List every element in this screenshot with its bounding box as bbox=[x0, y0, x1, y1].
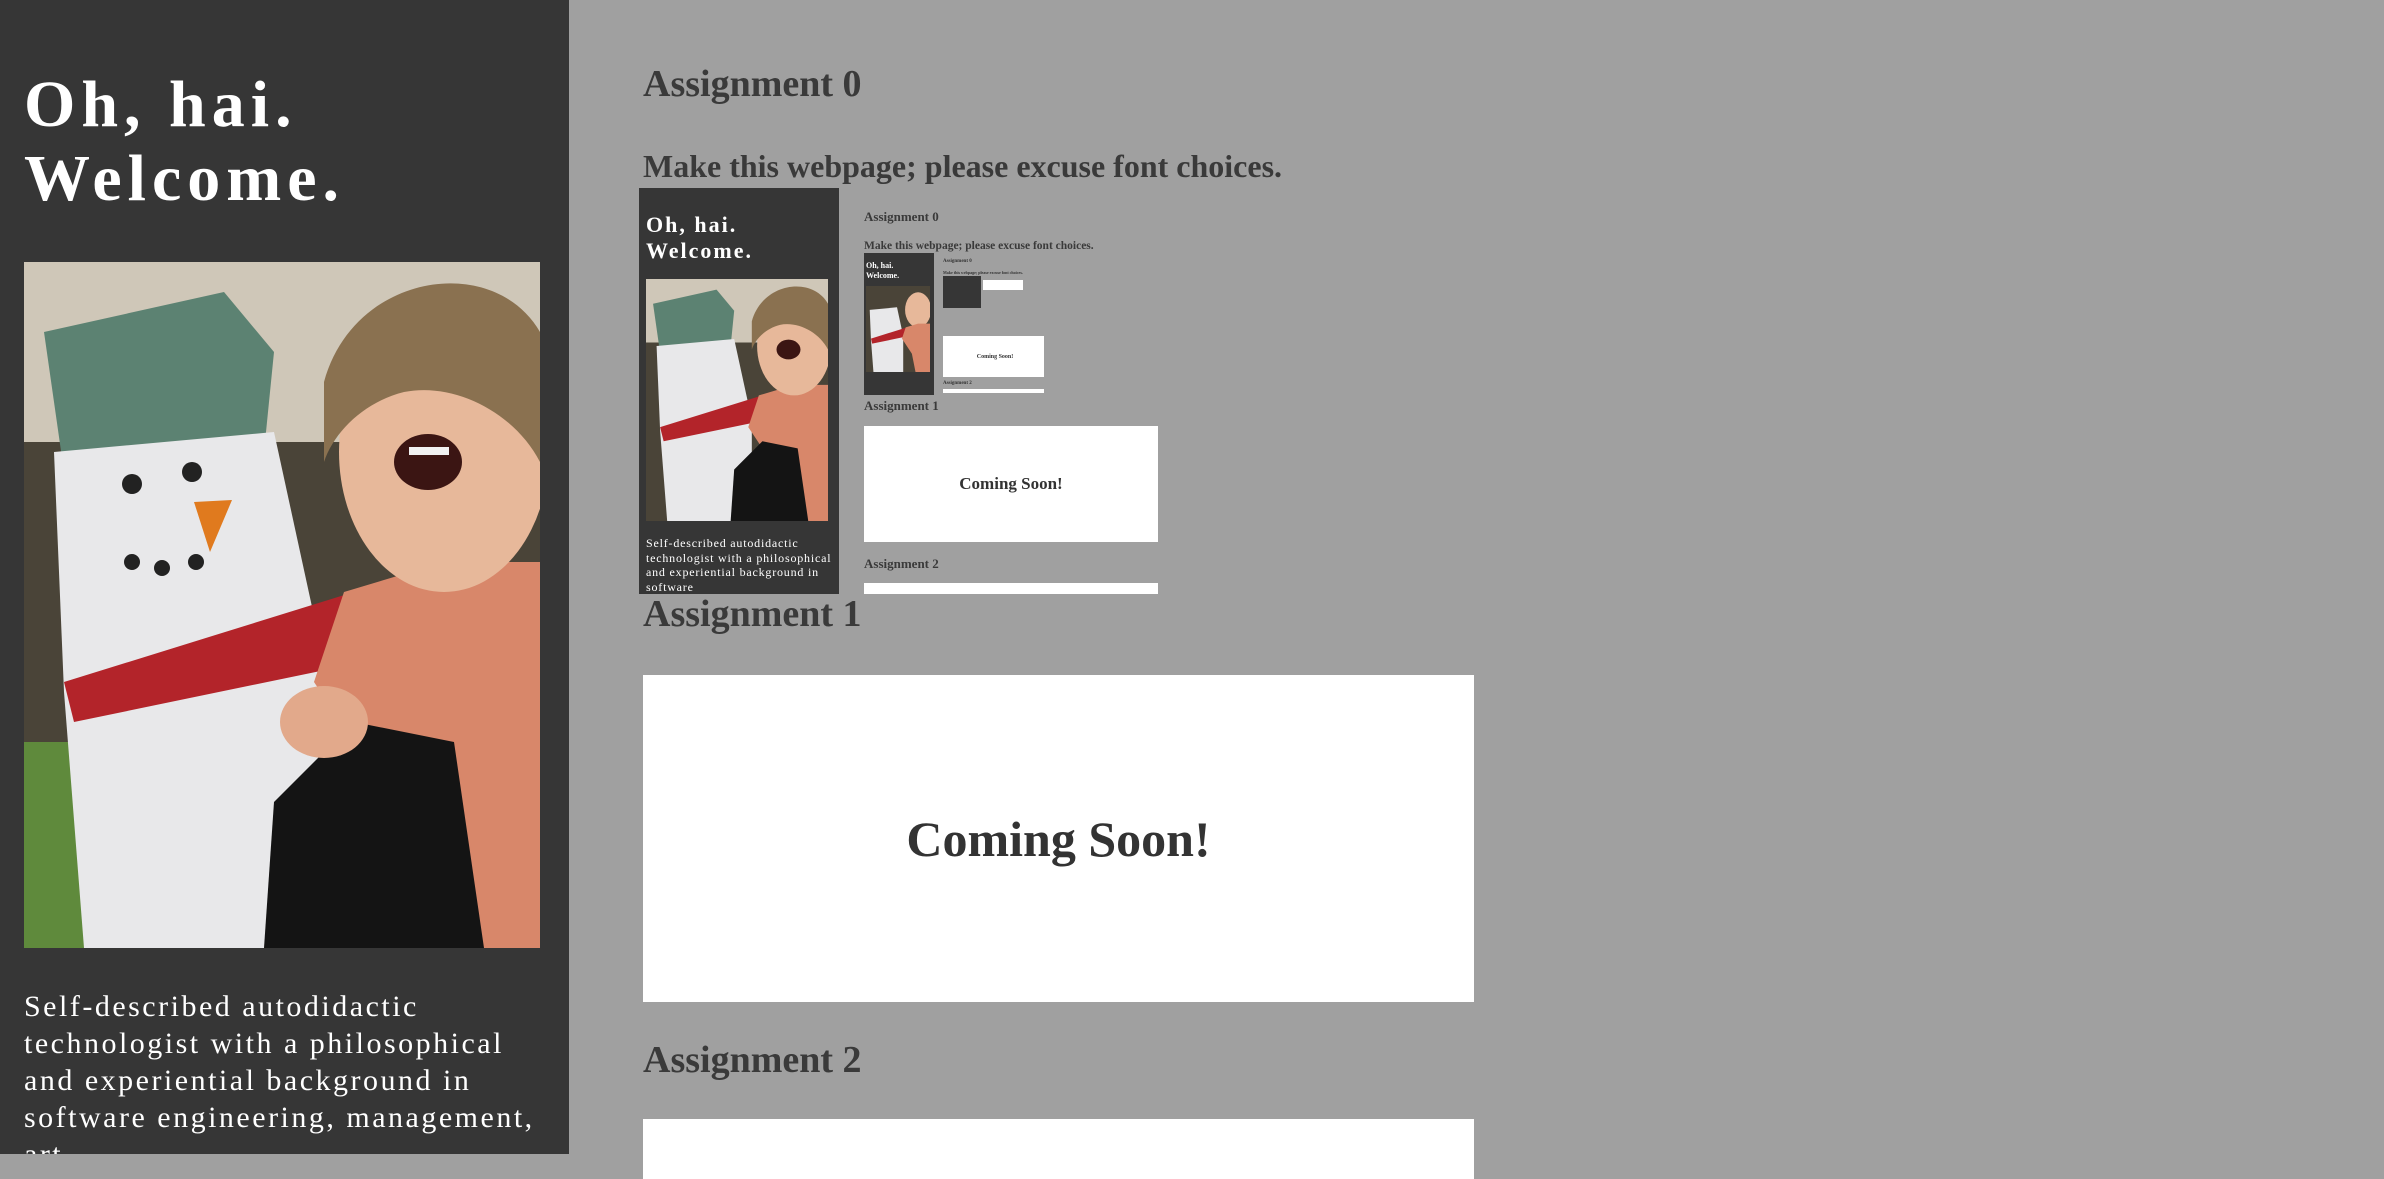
welcome-title-line-2: Welcome. bbox=[24, 142, 346, 215]
assignment-1-card: Coming Soon! bbox=[643, 675, 1474, 1002]
nested-assignment-0-heading: Assignment 0 bbox=[943, 259, 972, 264]
nested-page-preview: Oh, hai. Welcome. Assignment 0 Make this… bbox=[864, 253, 1044, 395]
embed-sidebar: Oh, hai. Welcome. Self-described autodid… bbox=[639, 188, 839, 594]
bio-text: Self-described autodidactic technologist… bbox=[24, 990, 535, 1154]
embed-bio-text: Self-described autodidactic technologist… bbox=[646, 536, 832, 594]
embed-coming-soon-text: Coming Soon! bbox=[959, 474, 1063, 493]
nested-embed-thumbnail bbox=[943, 276, 981, 308]
nested-photo bbox=[866, 286, 930, 372]
embed-title-line-1: Oh, hai. bbox=[646, 212, 738, 237]
nested-assignment-2-heading: Assignment 2 bbox=[943, 381, 972, 386]
assignment-1-heading: Assignment 1 bbox=[643, 593, 862, 635]
welcome-title: Oh, hai. Welcome. bbox=[24, 68, 345, 216]
nested-embed-card bbox=[983, 280, 1023, 290]
nested-title-line-2: Welcome. bbox=[866, 271, 900, 280]
nested-title-line-1: Oh, hai. bbox=[866, 261, 894, 270]
embed-welcome-title: Oh, hai. Welcome. bbox=[646, 212, 753, 264]
sidebar: Oh, hai. Welcome. Self-described autodid bbox=[0, 0, 569, 1154]
profile-photo bbox=[24, 262, 540, 948]
nested-assignment-1-card: Coming Soon! bbox=[943, 336, 1044, 377]
embed-assignment-2-card bbox=[864, 583, 1158, 594]
assignment-2-heading: Assignment 2 bbox=[643, 1039, 862, 1081]
nested-assignment-2-card bbox=[943, 389, 1044, 393]
embed-assignment-1-card: Coming Soon! bbox=[864, 426, 1158, 542]
embed-instruction: Make this webpage; please excuse font ch… bbox=[864, 240, 1094, 252]
nested-instruction: Make this webpage; please excuse font ch… bbox=[943, 270, 1023, 275]
embed-title-line-2: Welcome. bbox=[646, 238, 754, 263]
welcome-title-line-1: Oh, hai. bbox=[24, 68, 298, 141]
embed-assignment-0-heading: Assignment 0 bbox=[864, 209, 939, 224]
assignment-0-instruction: Make this webpage; please excuse font ch… bbox=[643, 148, 1283, 184]
embed-assignment-2-heading: Assignment 2 bbox=[864, 556, 939, 571]
assignment-2-card bbox=[643, 1119, 1474, 1179]
embed-profile-photo bbox=[646, 279, 828, 521]
coming-soon-text: Coming Soon! bbox=[906, 810, 1211, 867]
embed-assignment-1-heading: Assignment 1 bbox=[864, 398, 939, 413]
nested-coming-soon-text: Coming Soon! bbox=[976, 353, 1014, 360]
assignment-0-heading: Assignment 0 bbox=[643, 63, 862, 105]
nested-welcome-title: Oh, hai. Welcome. bbox=[866, 261, 899, 281]
nested-sidebar: Oh, hai. Welcome. bbox=[864, 253, 934, 395]
embedded-page-preview[interactable]: Oh, hai. Welcome. Self-described autodid… bbox=[639, 188, 1283, 594]
